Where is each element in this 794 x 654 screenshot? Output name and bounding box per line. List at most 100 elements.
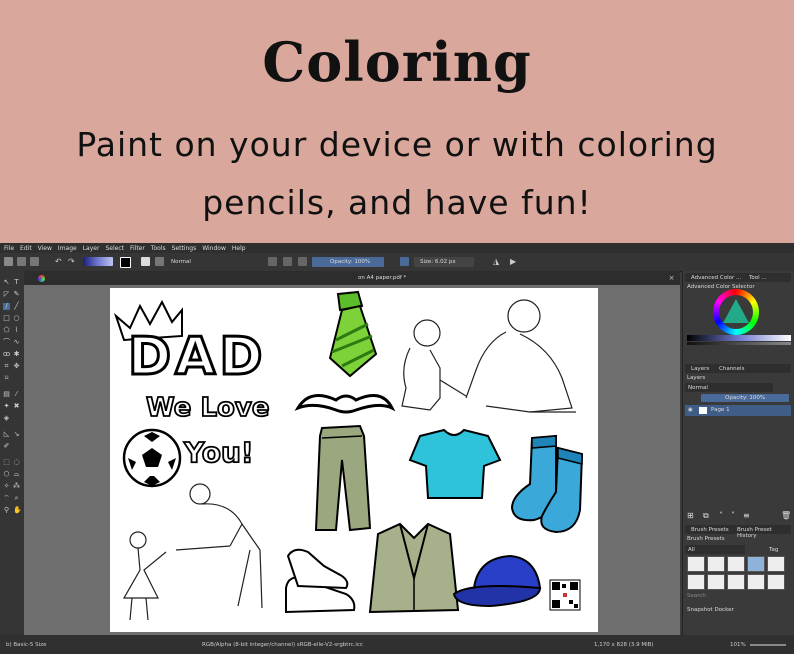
rectangle-tool-icon[interactable]: □	[3, 315, 10, 322]
status-brush[interactable]: b) Basic-5 Size	[6, 642, 46, 648]
save-document-icon[interactable]	[30, 257, 39, 266]
add-layer-icon[interactable]: ⊞	[687, 511, 694, 520]
tab-layers[interactable]: Layers	[691, 366, 709, 372]
brush-tool-icon[interactable]: /	[3, 303, 10, 310]
brush-tag-label[interactable]: Tag	[769, 547, 778, 553]
menu-filter[interactable]: Filter	[130, 245, 145, 252]
brush-preset-8[interactable]	[727, 574, 745, 590]
close-document-icon[interactable]: ×	[668, 275, 675, 282]
layer-visibility-icon[interactable]: ◉	[688, 407, 693, 413]
mirror-horizontal-icon[interactable]: ◮	[493, 257, 502, 266]
new-document-icon[interactable]	[4, 257, 13, 266]
multibrush-tool-icon[interactable]: ✱	[13, 351, 20, 358]
rectangular-selection-tool-icon[interactable]: ⬚	[3, 459, 10, 466]
document-tab[interactable]: on A4 paper.pdf *	[358, 275, 406, 281]
brush-preset-3[interactable]	[727, 556, 745, 572]
opacity-slider[interactable]: Opacity: 100%	[312, 257, 384, 267]
brush-preset-5[interactable]	[767, 556, 785, 572]
similar-selection-tool-icon[interactable]: ⁂	[13, 483, 20, 490]
brush-search-input[interactable]: Search	[687, 593, 706, 599]
brush-preset-1[interactable]	[687, 556, 705, 572]
tab-channels[interactable]: Channels	[719, 366, 744, 372]
tab-brush-preset-history[interactable]: Brush Preset History	[737, 527, 791, 539]
reference-images-tool-icon[interactable]: ✐	[3, 443, 10, 450]
menu-help[interactable]: Help	[232, 245, 246, 252]
menu-settings[interactable]: Settings	[172, 245, 197, 252]
colorize-mask-tool-icon[interactable]: ✦	[3, 403, 10, 410]
layer-opacity-slider[interactable]: Opacity: 100%	[701, 394, 789, 402]
transform-tool-icon[interactable]: ⌑	[3, 375, 10, 382]
layer-row-page-1[interactable]: ◉ Page 1	[685, 405, 791, 416]
freehand-path-tool-icon[interactable]: ∿	[13, 339, 20, 346]
elliptical-selection-tool-icon[interactable]: ◌	[13, 459, 20, 466]
magnetic-selection-tool-icon[interactable]: ⌕	[13, 495, 20, 502]
menu-view[interactable]: View	[38, 245, 52, 252]
menu-edit[interactable]: Edit	[20, 245, 32, 252]
menu-layer[interactable]: Layer	[83, 245, 100, 252]
size-slider[interactable]: Size: 6.02 px	[414, 257, 474, 267]
menu-window[interactable]: Window	[202, 245, 226, 252]
menu-tools[interactable]: Tools	[151, 245, 166, 252]
color-picker-tool-icon[interactable]: ⁄	[13, 391, 20, 398]
text-tool-icon[interactable]: T	[13, 279, 20, 286]
tab-brush-presets[interactable]: Brush Presets	[691, 527, 729, 533]
pattern-icon[interactable]	[155, 257, 164, 266]
brush-preset-4[interactable]	[747, 556, 765, 572]
line-tool-icon[interactable]: ╱	[13, 303, 20, 310]
status-zoom[interactable]: 101%	[730, 642, 746, 648]
flow-icon[interactable]	[400, 257, 409, 266]
color-gradient-strip[interactable]	[687, 335, 791, 341]
menu-image[interactable]: Image	[58, 245, 77, 252]
color-value-strip[interactable]	[687, 342, 791, 345]
polygon-tool-icon[interactable]: ⬠	[3, 327, 10, 334]
polyline-tool-icon[interactable]: ⌇	[13, 327, 20, 334]
zoom-tool-icon[interactable]: ⚲	[3, 507, 10, 514]
eraser-mode-icon[interactable]	[268, 257, 277, 266]
select-shapes-tool-icon[interactable]: ↖	[3, 279, 10, 286]
edit-shapes-tool-icon[interactable]: ◸	[3, 291, 10, 298]
calligraphy-tool-icon[interactable]: ✎	[13, 291, 20, 298]
color-triangle[interactable]	[723, 299, 749, 323]
gradient-tool-icon[interactable]: ▤	[3, 391, 10, 398]
blend-mode-select[interactable]: Normal	[171, 259, 191, 265]
assistant-tool-icon[interactable]: ◺	[3, 431, 10, 438]
move-layer-up-icon[interactable]: ˄	[719, 511, 723, 520]
brush-preset-10[interactable]	[767, 574, 785, 590]
delete-layer-icon[interactable]: 🗑	[781, 511, 791, 520]
move-layer-down-icon[interactable]: ˅	[731, 511, 735, 520]
measure-tool-icon[interactable]: ↘	[13, 431, 20, 438]
brush-filter-select[interactable]: All	[685, 545, 745, 554]
fill-tool-icon[interactable]: ◈	[3, 415, 10, 422]
ellipse-tool-icon[interactable]: ○	[13, 315, 20, 322]
tab-advanced-color[interactable]: Advanced Color ...	[691, 275, 741, 281]
brush-preset-2[interactable]	[707, 556, 725, 572]
layer-properties-icon[interactable]: ≡	[743, 511, 750, 520]
freehand-selection-tool-icon[interactable]: ⌓	[13, 471, 20, 478]
mirror-vertical-icon[interactable]: ▶	[510, 257, 519, 266]
layer-blend-select[interactable]: Normal	[685, 383, 773, 392]
foreground-color-icon[interactable]	[120, 257, 131, 268]
bezier-tool-icon[interactable]: ⌒	[3, 339, 10, 346]
menu-select[interactable]: Select	[105, 245, 124, 252]
menu-file[interactable]: File	[4, 245, 14, 252]
undo-icon[interactable]: ↶	[55, 257, 64, 266]
brush-preset-7[interactable]	[707, 574, 725, 590]
brush-preset-icon[interactable]	[141, 257, 150, 266]
pan-tool-icon[interactable]: ✋	[13, 507, 22, 514]
smart-patch-tool-icon[interactable]: ✖	[13, 403, 20, 410]
crop-tool-icon[interactable]: ⌗	[3, 363, 10, 370]
duplicate-layer-icon[interactable]: ⧉	[703, 511, 709, 521]
bezier-selection-tool-icon[interactable]: ⌔	[3, 495, 10, 502]
move-tool-icon[interactable]: ✥	[13, 363, 20, 370]
alpha-lock-icon[interactable]	[283, 257, 292, 266]
zoom-slider[interactable]	[750, 644, 786, 646]
tab-tool-options[interactable]: Tool ...	[749, 275, 767, 281]
reload-preset-icon[interactable]	[298, 257, 307, 266]
contiguous-selection-tool-icon[interactable]: ✧	[3, 483, 10, 490]
gradient-selector-icon[interactable]	[83, 257, 113, 266]
brush-preset-9[interactable]	[747, 574, 765, 590]
polygonal-selection-tool-icon[interactable]: ⬡	[3, 471, 10, 478]
document-page[interactable]: DAD We Love You!	[110, 288, 598, 632]
brush-preset-6[interactable]	[687, 574, 705, 590]
open-document-icon[interactable]	[17, 257, 26, 266]
